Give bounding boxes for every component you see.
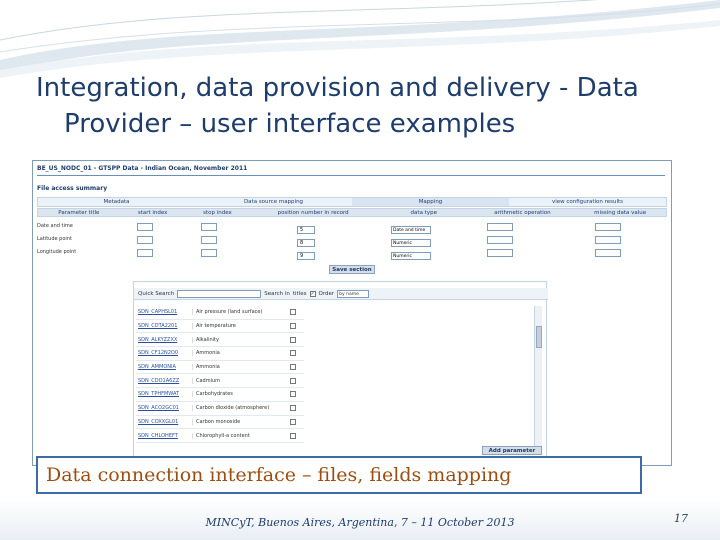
parameter-checkbox[interactable] [290, 405, 296, 412]
add-parameter-button[interactable]: Add parameter [482, 446, 542, 455]
slide-footer: MINCyT, Buenos Aires, Argentina, 7 – 11 … [205, 516, 515, 529]
parameter-name: Chlorophyll-a content [192, 432, 288, 439]
parameter-code[interactable]: SDN_ACO2GC01 [136, 405, 192, 411]
app-subheader: File access summary [37, 185, 108, 192]
parameter-name: Carbon monoxide [192, 418, 288, 425]
parameter-checkbox[interactable] [290, 336, 296, 343]
parameter-code[interactable]: SDN_TPHFMWAT [136, 391, 192, 397]
slide-caption: Data connection interface – files, field… [36, 456, 642, 494]
parameter-code[interactable]: SDN_CDO1A6ZZ [136, 378, 192, 384]
parameter-checkbox[interactable] [290, 364, 296, 371]
parameter-code[interactable]: SDN_ALKYZZXX [136, 337, 192, 343]
list-item: SDN_CHLOHEFT Chlorophyll-a content [136, 429, 304, 443]
title-line-2: Provider – user interface examples [64, 109, 516, 139]
row-title: Longitude point [37, 248, 77, 255]
parameter-code[interactable]: SDN_CDTA2201 [136, 323, 192, 329]
tab-mapping[interactable]: Mapping [352, 198, 509, 206]
quick-search-input[interactable] [177, 289, 262, 298]
parameter-checkbox[interactable] [290, 418, 296, 425]
col-stop-index: stop index [203, 210, 232, 216]
titles-label: titles [292, 290, 307, 297]
parameter-checkbox[interactable] [290, 391, 296, 398]
order-select[interactable]: by name [337, 289, 370, 298]
slide-title: Integration, data provision and delivery… [36, 70, 696, 142]
position-input[interactable]: 9 [297, 252, 315, 260]
col-start-index: start index [137, 210, 168, 216]
parameter-checkbox[interactable] [290, 323, 296, 330]
row-title: Latitude point [37, 235, 72, 242]
parameter-picker: Quick Search Search in titles ✓ Order by… [133, 281, 548, 457]
list-item: SDN_AMMONIA Ammonia [136, 361, 304, 375]
parameter-code[interactable]: SDN_CAPHSL01 [136, 309, 192, 315]
list-item: SDN_ALKYZZXX Alkalinity [136, 333, 304, 348]
parameter-checkbox[interactable] [290, 432, 296, 439]
col-parameter-title: Parameter title [58, 210, 100, 216]
parameter-checkbox[interactable] [290, 350, 296, 357]
row-title: Date and time [37, 222, 73, 229]
mapping-row: Longitude point 9 Numeric [37, 245, 667, 260]
title-line-1: Integration, data provision and delivery… [36, 73, 639, 103]
col-missing-value: missing data value [594, 210, 647, 216]
tab-data-source-mapping[interactable]: Data source mapping [195, 198, 352, 206]
app-header: BE_US_NODC_01 - GTSPP Data - Indian Ocea… [37, 165, 248, 172]
parameter-name: Ammonia [192, 350, 288, 357]
parameter-checkbox[interactable] [290, 377, 296, 384]
list-item: SDN_CDO1A6ZZ Cadmium [136, 374, 304, 389]
arithmetic-input[interactable] [487, 249, 513, 257]
search-bar: Quick Search Search in titles ✓ Order by… [134, 288, 548, 300]
save-section-button[interactable]: Save section [329, 265, 375, 274]
list-item: SDN_TPHFMWAT Carbohydrates [136, 388, 304, 402]
data-type-select[interactable]: Numeric [391, 252, 431, 260]
col-data-type: data type [410, 210, 437, 216]
header-divider [37, 175, 665, 176]
parameter-name: Carbohydrates [192, 391, 288, 398]
search-label: Quick Search [138, 290, 175, 297]
stop-index-input[interactable] [201, 249, 217, 257]
order-label: Order [318, 290, 335, 297]
parameter-name: Alkalinity [192, 336, 288, 343]
tab-metadata[interactable]: Metadata [38, 198, 195, 206]
list-item: SDN_CF12N2O0 Ammonia [136, 347, 304, 361]
parameter-name: Carbon dioxide (atmosphere) [192, 405, 288, 412]
scrollbar-thumb[interactable] [536, 326, 542, 348]
parameter-list-scrollbar[interactable] [534, 306, 542, 446]
parameter-name: Cadmium [192, 377, 288, 384]
tab-bar: Metadata Data source mapping Mapping vie… [37, 197, 667, 207]
list-item: SDN_CDTA2201 Air temperature [136, 320, 304, 334]
parameter-name: Ammonia [192, 364, 288, 371]
ui-screenshot: BE_US_NODC_01 - GTSPP Data - Indian Ocea… [32, 160, 672, 466]
tab-view-configuration[interactable]: view configuration results [509, 198, 666, 206]
search-in-label: Search in [264, 290, 290, 297]
parameter-code[interactable]: SDN_CF12N2O0 [136, 350, 192, 356]
parameter-name: Air pressure (land surface) [192, 309, 288, 316]
parameter-code[interactable]: SDN_AMMONIA [136, 364, 192, 370]
start-index-input[interactable] [137, 249, 153, 257]
col-arithmetic: arithmetic operation [494, 210, 551, 216]
parameter-name: Air temperature [192, 323, 288, 330]
list-item: SDN_CAPHSL01 Air pressure (land surface) [136, 306, 304, 320]
page-number: 17 [674, 512, 688, 525]
parameter-checkbox[interactable] [290, 309, 296, 316]
titles-checkbox[interactable]: ✓ [309, 290, 316, 297]
missing-value-input[interactable] [595, 249, 621, 257]
list-item: SDN_ACO2GC01 Carbon dioxide (atmosphere) [136, 402, 304, 416]
list-item: SDN_COXXGL01 Carbon monoxide [136, 416, 304, 430]
col-position: position number in record [277, 210, 349, 216]
parameter-code[interactable]: SDN_COXXGL01 [136, 419, 192, 425]
parameter-code[interactable]: SDN_CHLOHEFT [136, 433, 192, 439]
parameter-list: SDN_CAPHSL01 Air pressure (land surface) … [136, 306, 304, 443]
